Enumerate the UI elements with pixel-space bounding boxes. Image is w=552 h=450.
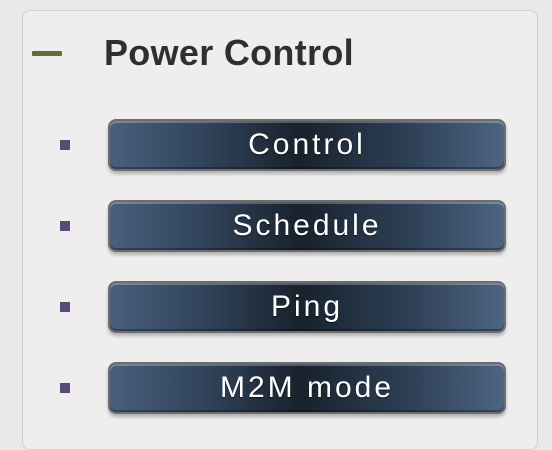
menu-item-control: Control	[32, 117, 506, 173]
bullet-icon	[60, 140, 70, 150]
m2m-mode-button[interactable]: M2M mode	[108, 362, 506, 414]
menu-item-schedule: Schedule	[32, 198, 506, 254]
control-button-label: Control	[248, 128, 366, 161]
section-title: Power Control	[104, 32, 354, 73]
menu-item-ping: Ping	[32, 279, 506, 335]
control-button[interactable]: Control	[108, 119, 506, 171]
ping-button-label: Ping	[270, 290, 344, 323]
menu-item-m2m-mode: M2M mode	[32, 360, 506, 416]
ping-button[interactable]: Ping	[108, 281, 506, 333]
minus-icon[interactable]	[32, 50, 62, 56]
bullet-icon	[60, 302, 70, 312]
schedule-button-label: Schedule	[232, 209, 382, 242]
section-header[interactable]: Power Control	[32, 28, 354, 78]
bullet-icon	[60, 383, 70, 393]
m2m-mode-button-label: M2M mode	[219, 371, 395, 404]
schedule-button[interactable]: Schedule	[108, 200, 506, 252]
bullet-icon	[60, 221, 70, 231]
